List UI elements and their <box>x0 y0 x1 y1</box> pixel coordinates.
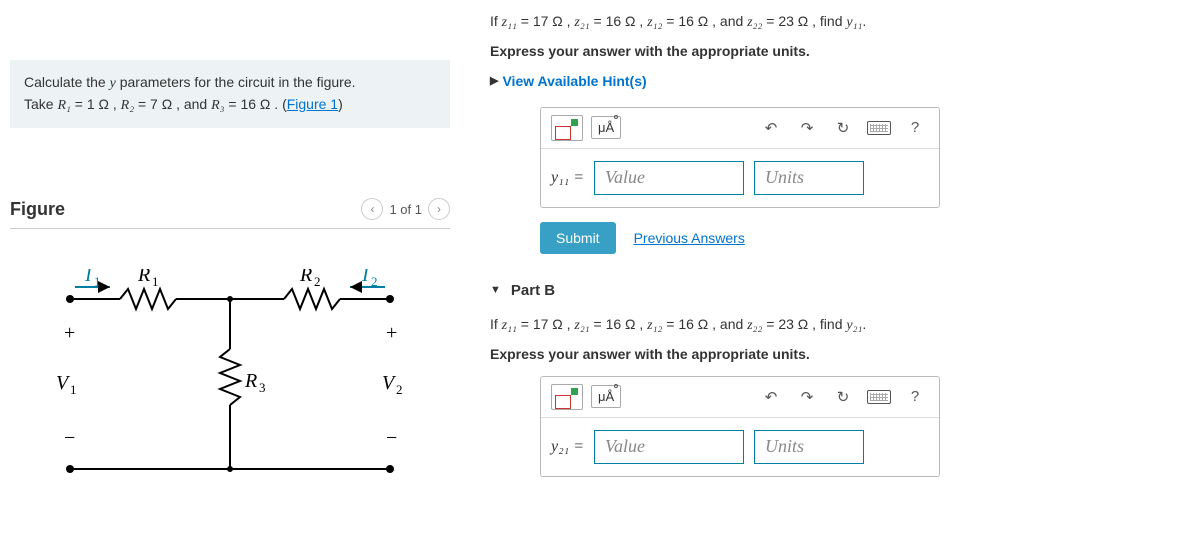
reset-icon[interactable]: ↻ <box>829 383 857 411</box>
undo-icon[interactable]: ↶ <box>757 383 785 411</box>
circuit-diagram: I1 I2 R1 R2 R3 + + V1 V2 − − <box>10 269 450 502</box>
prompt-text2: parameters for the circuit in the figure… <box>116 74 356 90</box>
svg-text:R: R <box>244 370 257 392</box>
hint-label: View Available Hint(s) <box>502 73 646 89</box>
svg-text:+: + <box>64 322 75 344</box>
r1: R₁ <box>57 98 70 113</box>
svg-text:1: 1 <box>70 382 77 397</box>
svg-text:1: 1 <box>94 274 101 289</box>
svg-text:1: 1 <box>152 274 159 289</box>
svg-text:R: R <box>299 269 312 286</box>
svg-text:2: 2 <box>371 274 378 289</box>
units-picker-button[interactable]: μÅ <box>591 116 621 139</box>
r2: R₂ <box>121 98 134 113</box>
prev-figure-button[interactable]: ‹ <box>361 198 383 220</box>
partA-units-input[interactable]: Units <box>754 161 864 195</box>
svg-text:2: 2 <box>314 274 321 289</box>
svg-text:R: R <box>137 269 150 286</box>
take-text: Take <box>24 96 57 112</box>
help-icon[interactable]: ? <box>901 114 929 142</box>
partB-title: Part B <box>511 282 555 299</box>
figure-title: Figure <box>10 199 65 220</box>
partB-question: If z₁₁ = 17 Ω , z₂₁ = 16 Ω , z₁₂ = 16 Ω … <box>490 313 1190 337</box>
r3: R₃ <box>211 98 224 113</box>
figure-link[interactable]: Figure 1 <box>287 96 338 112</box>
next-figure-button[interactable]: › <box>428 198 450 220</box>
close-paren: ) <box>338 96 343 112</box>
keyboard-icon[interactable] <box>865 114 893 142</box>
partA-variable: y₁₁ = <box>551 169 584 187</box>
redo-icon[interactable]: ↷ <box>793 114 821 142</box>
keyboard-icon[interactable] <box>865 383 893 411</box>
caret-down-icon: ▼ <box>490 284 501 296</box>
caret-right-icon: ▶ <box>490 74 498 87</box>
problem-prompt: Calculate the y parameters for the circu… <box>10 60 450 128</box>
r1v: = 1 Ω , <box>71 96 121 112</box>
partB-variable: y₂₁ = <box>551 438 584 456</box>
r2v: = 7 Ω , and <box>134 96 211 112</box>
redo-icon[interactable]: ↷ <box>793 383 821 411</box>
svg-text:+: + <box>386 322 397 344</box>
help-icon[interactable]: ? <box>901 383 929 411</box>
pager-text: 1 of 1 <box>389 202 422 217</box>
svg-text:−: − <box>386 427 397 449</box>
svg-text:−: − <box>64 427 75 449</box>
svg-text:V: V <box>56 372 71 394</box>
template-picker-icon[interactable] <box>551 115 583 141</box>
template-picker-icon[interactable] <box>551 384 583 410</box>
svg-text:I: I <box>361 269 370 286</box>
svg-text:I: I <box>84 269 93 286</box>
svg-text:3: 3 <box>259 380 266 395</box>
partA-question: If z₁₁ = 17 Ω , z₂₁ = 16 Ω , z₁₂ = 16 Ω … <box>490 10 1190 34</box>
partA-express: Express your answer with the appropriate… <box>490 40 1190 62</box>
figure-pager: ‹ 1 of 1 › <box>361 198 450 220</box>
partB-value-input[interactable]: Value <box>594 430 744 464</box>
svg-text:2: 2 <box>396 382 403 397</box>
reset-icon[interactable]: ↻ <box>829 114 857 142</box>
partB-express: Express your answer with the appropriate… <box>490 343 1190 365</box>
partA-value-input[interactable]: Value <box>594 161 744 195</box>
partB-header[interactable]: ▼ Part B <box>490 282 1190 299</box>
view-hints-button[interactable]: ▶ View Available Hint(s) <box>490 73 1190 89</box>
prompt-text: Calculate the <box>24 74 110 90</box>
partB-answer-box: μÅ ↶ ↷ ↻ ? y₂₁ = Value Units <box>540 376 940 477</box>
svg-text:V: V <box>382 372 397 394</box>
partA-previous-answers-link[interactable]: Previous Answers <box>634 230 745 246</box>
partA-answer-box: μÅ ↶ ↷ ↻ ? y₁₁ = Value Units <box>540 107 940 208</box>
partB-units-input[interactable]: Units <box>754 430 864 464</box>
units-picker-button[interactable]: μÅ <box>591 385 621 408</box>
r3v: = 16 Ω . ( <box>225 96 287 112</box>
partA-submit-button[interactable]: Submit <box>540 222 616 254</box>
undo-icon[interactable]: ↶ <box>757 114 785 142</box>
